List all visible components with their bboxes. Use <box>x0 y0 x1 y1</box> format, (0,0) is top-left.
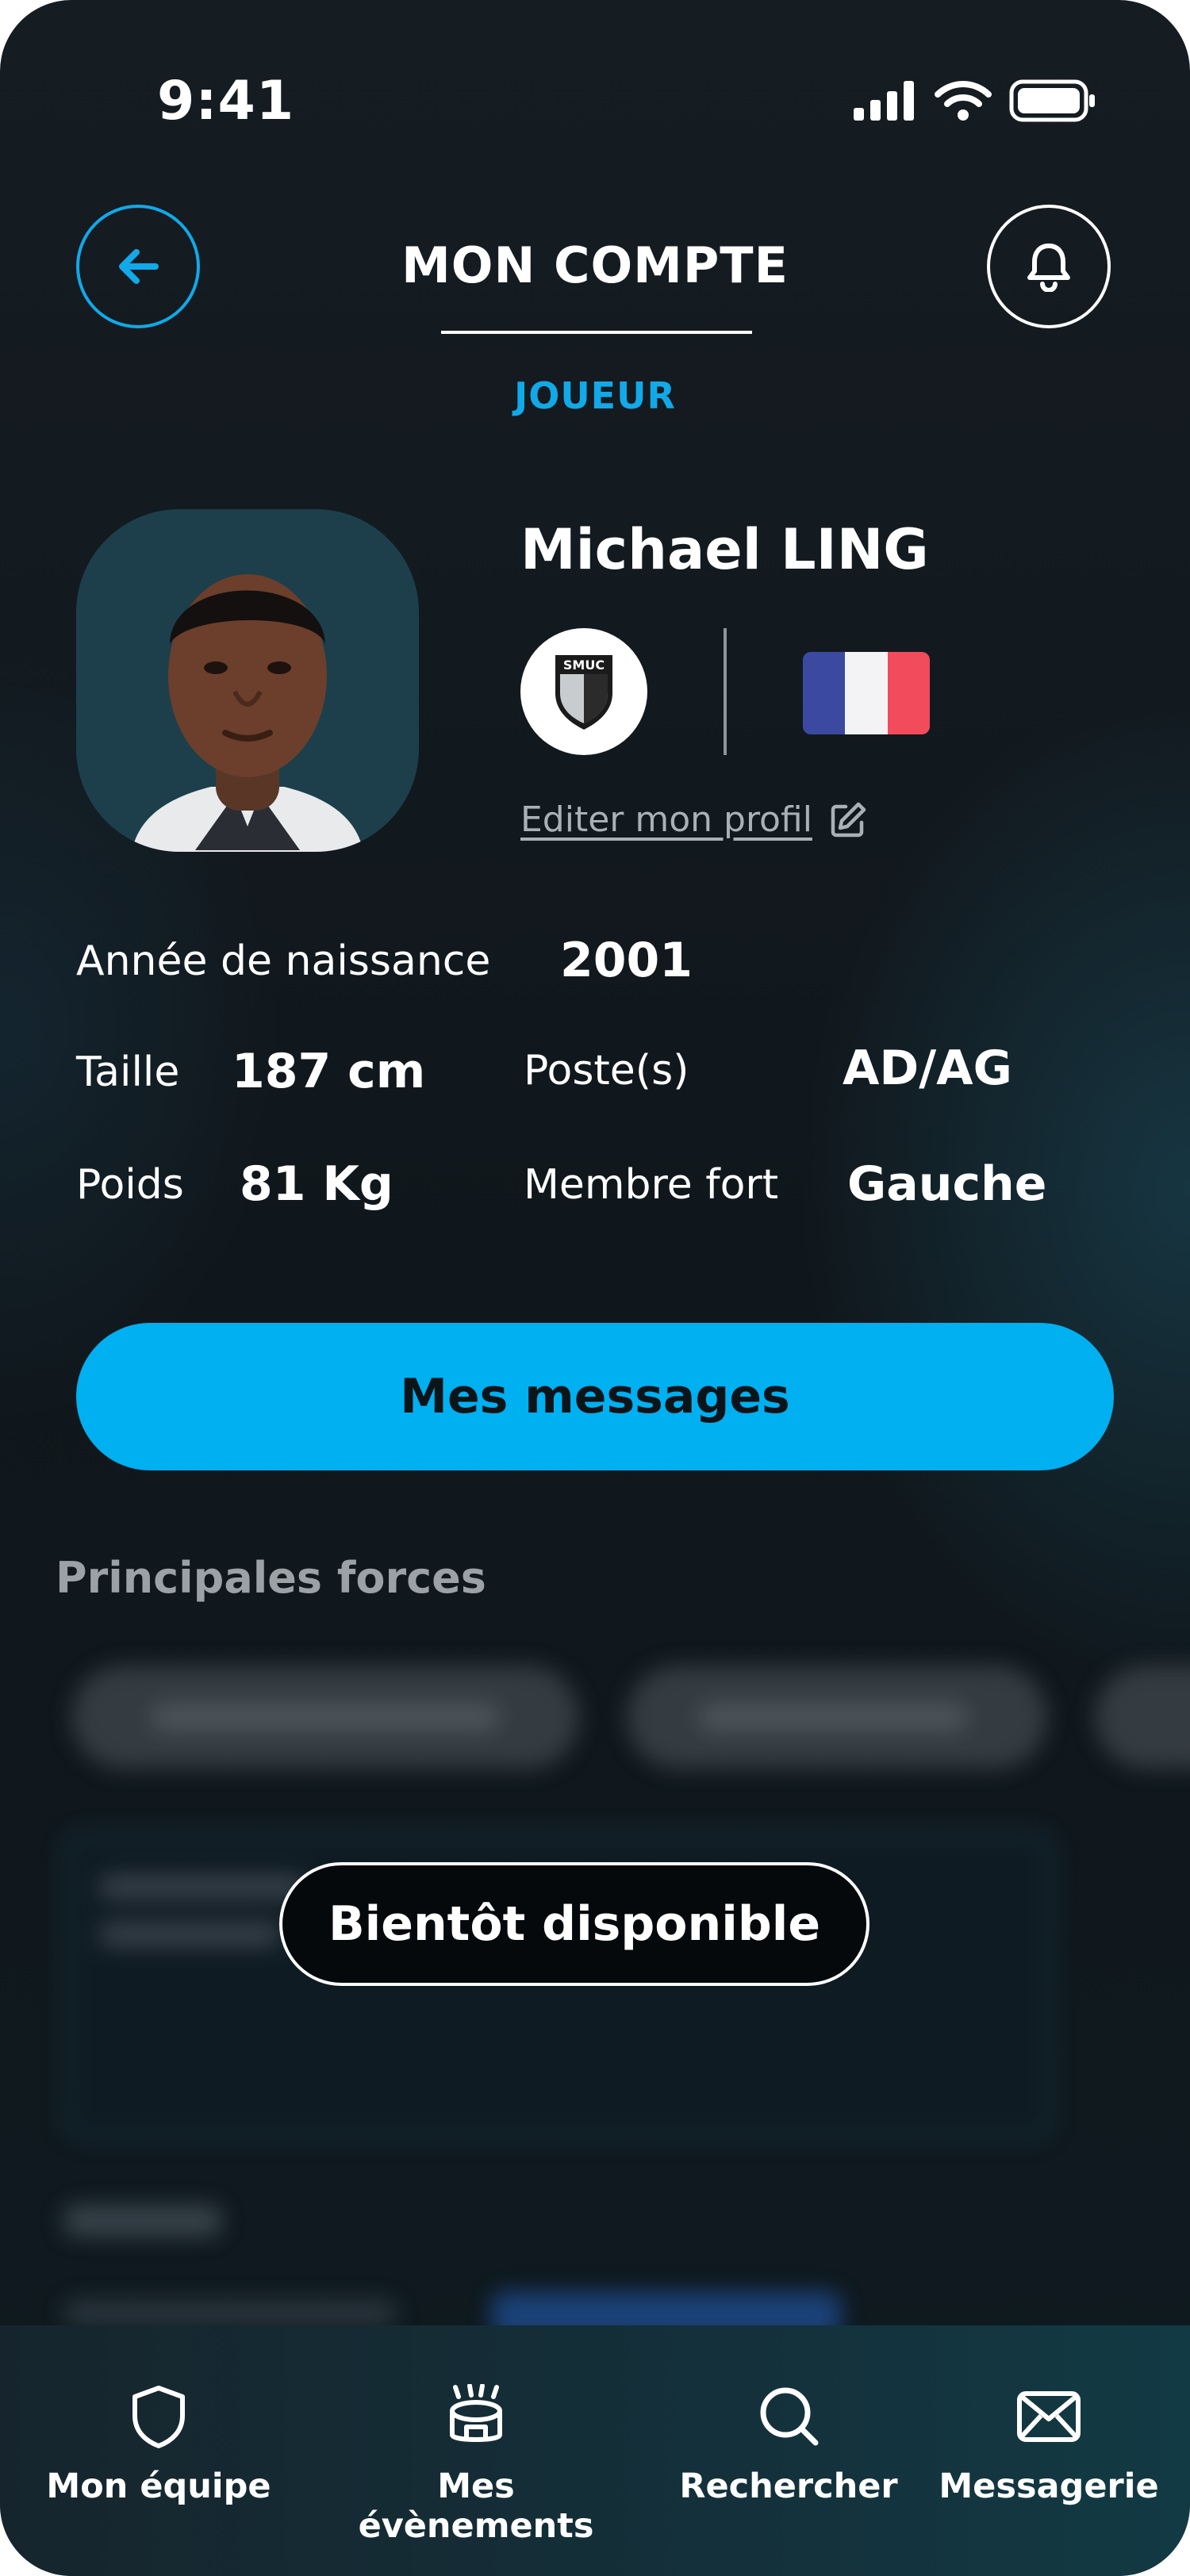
edit-icon <box>831 802 866 837</box>
coming-soon-badge: Bientôt disponible <box>279 1862 869 1986</box>
nav-label: Mon équipe <box>46 2467 271 2506</box>
weight-label: Poids <box>76 1161 184 1209</box>
strong-foot-label: Membre fort <box>524 1161 779 1209</box>
wifi-icon <box>935 81 992 121</box>
position-label: Poste(s) <box>524 1047 689 1094</box>
status-time: 9:41 <box>157 70 295 132</box>
page-subtitle: JOUEUR <box>514 374 676 417</box>
messages-button[interactable]: Mes messages <box>76 1323 1114 1470</box>
height-label: Taille <box>76 1048 180 1096</box>
club-crest-icon: SMUC <box>555 655 612 730</box>
nav-label: Mes évènements <box>358 2467 594 2546</box>
player-photo <box>132 574 363 852</box>
bell-icon <box>1027 243 1070 292</box>
blurred-content <box>48 1634 1190 2363</box>
edit-profile-label: Editer mon profil <box>520 799 812 840</box>
stadium-icon <box>450 2384 502 2442</box>
notifications-button[interactable] <box>987 205 1111 328</box>
position-value: AD/AG <box>843 1041 1012 1096</box>
nav-label: Messagerie <box>939 2467 1159 2506</box>
arrow-left-icon <box>119 249 159 284</box>
player-avatar <box>76 509 419 852</box>
signal-icon <box>854 81 914 121</box>
height-value: 187 cm <box>232 1044 426 1099</box>
search-icon <box>760 2387 819 2446</box>
phone-screen: 9:41 MON COMPTE JOUEUR Michael LING SMUC… <box>0 0 1190 2576</box>
divider <box>724 628 727 755</box>
nav-item-messagerie[interactable]: Messagerie <box>890 2381 1190 2506</box>
bottom-navigation: Mon équipe Mes évènements Rechercher Mes… <box>0 2325 1190 2576</box>
nationality-flag <box>803 652 930 734</box>
nav-item-mes-evenements[interactable]: Mes évènements <box>317 2381 635 2546</box>
back-button[interactable] <box>76 205 200 328</box>
player-name: Michael LING <box>520 517 929 582</box>
club-logo: SMUC <box>520 628 647 755</box>
battery-icon <box>1009 79 1095 122</box>
club-name: SMUC <box>563 657 605 673</box>
page-title: MON COMPTE <box>401 236 789 294</box>
birth-year-label: Année de naissance <box>76 937 491 985</box>
birth-year-value: 2001 <box>560 933 693 988</box>
weight-value: 81 Kg <box>240 1156 393 1212</box>
strong-foot-value: Gauche <box>847 1156 1047 1212</box>
mail-icon <box>1017 2391 1081 2442</box>
edit-profile-link[interactable]: Editer mon profil <box>520 799 868 840</box>
nav-item-mon-equipe[interactable]: Mon équipe <box>0 2381 317 2506</box>
shield-icon <box>132 2386 185 2448</box>
strengths-title: Principales forces <box>56 1553 486 1603</box>
title-underline <box>441 331 752 334</box>
status-icons <box>854 79 1096 122</box>
